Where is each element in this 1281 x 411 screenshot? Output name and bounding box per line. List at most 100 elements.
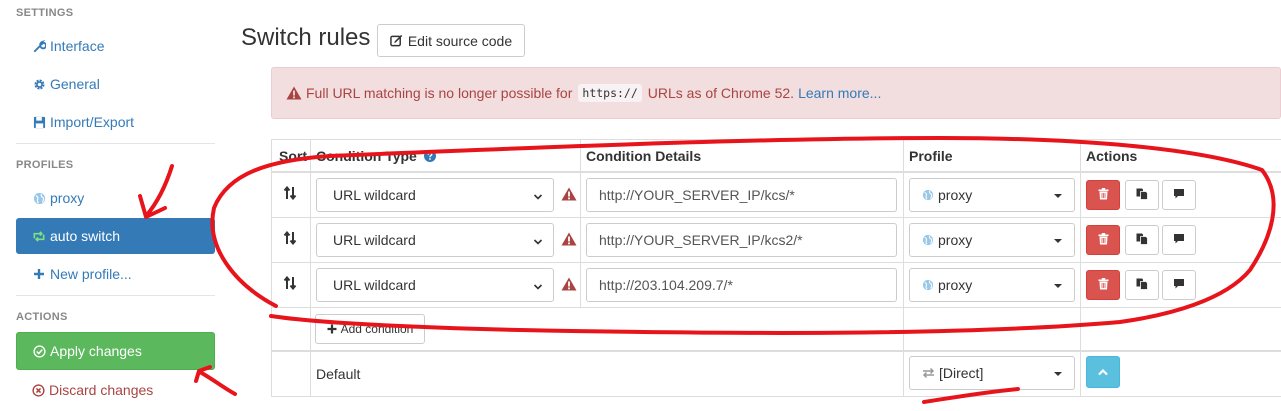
apply-changes-button[interactable]: Apply changes bbox=[16, 332, 215, 370]
warning-icon bbox=[561, 232, 577, 249]
warning-icon bbox=[286, 86, 302, 100]
add-condition-button[interactable]: Add condition bbox=[315, 314, 425, 344]
wrench-icon bbox=[32, 39, 46, 53]
clone-rule-button[interactable] bbox=[1125, 225, 1159, 255]
edit-source-code-label: Edit source code bbox=[407, 32, 513, 49]
sidebar-item-new-profile[interactable]: New profile... bbox=[16, 256, 215, 292]
warning-icon bbox=[561, 187, 577, 204]
sidebar-item-label: Interface bbox=[50, 38, 105, 54]
copy-icon bbox=[1136, 232, 1148, 248]
transfer-icon bbox=[922, 367, 935, 379]
chevron-up-icon bbox=[1097, 364, 1109, 380]
condition-type-select[interactable]: URL wildcard bbox=[316, 178, 554, 212]
divider bbox=[16, 143, 215, 144]
page-title: Switch rules bbox=[241, 24, 371, 51]
copy-icon bbox=[1136, 277, 1148, 293]
globe-icon bbox=[922, 234, 934, 246]
rule-note-button[interactable] bbox=[1162, 180, 1196, 210]
sidebar-item-label: auto switch bbox=[50, 228, 121, 244]
rule-note-button[interactable] bbox=[1162, 270, 1196, 300]
discard-changes-label: Discard changes bbox=[49, 382, 154, 398]
sidebar-item-label: New profile... bbox=[50, 266, 132, 282]
chevron-down-icon bbox=[533, 189, 543, 205]
header-actions: Actions bbox=[1086, 148, 1138, 164]
trash-icon bbox=[1098, 232, 1109, 248]
delete-rule-button[interactable] bbox=[1086, 225, 1120, 255]
condition-type-value: URL wildcard bbox=[333, 277, 416, 293]
profile-value: proxy bbox=[938, 187, 973, 203]
caret-down-icon bbox=[1054, 194, 1062, 198]
caret-down-icon bbox=[1054, 372, 1062, 376]
discard-changes-button[interactable]: Discard changes bbox=[16, 372, 215, 408]
comment-icon bbox=[1173, 277, 1185, 293]
rule-note-button[interactable] bbox=[1162, 225, 1196, 255]
condition-details-input[interactable]: http://YOUR_SERVER_IP/kcs2/* bbox=[586, 223, 897, 257]
condition-type-value: URL wildcard bbox=[333, 187, 416, 203]
sidebar-item-label: Import/Export bbox=[50, 114, 135, 130]
check-circle-icon bbox=[33, 344, 46, 358]
globe-icon bbox=[32, 191, 46, 205]
sidebar: SETTINGS Interface General Import/Export… bbox=[0, 0, 230, 411]
question-circle-icon[interactable] bbox=[423, 149, 436, 165]
trash-icon bbox=[1098, 187, 1109, 203]
header-condition-type-label: Condition Type bbox=[316, 148, 417, 164]
condition-type-value: URL wildcard bbox=[333, 232, 416, 248]
comment-icon bbox=[1173, 232, 1185, 248]
retweet-icon bbox=[32, 229, 46, 243]
plus-icon bbox=[32, 267, 46, 281]
condition-type-select[interactable]: URL wildcard bbox=[316, 223, 554, 257]
sidebar-item-auto-switch[interactable]: auto switch bbox=[16, 218, 215, 254]
sort-handle-icon[interactable] bbox=[283, 230, 297, 249]
sidebar-item-label: proxy bbox=[50, 190, 85, 206]
sort-handle-icon[interactable] bbox=[283, 275, 297, 294]
sidebar-item-interface[interactable]: Interface bbox=[16, 28, 215, 64]
sidebar-item-proxy[interactable]: proxy bbox=[16, 180, 215, 216]
delete-rule-button[interactable] bbox=[1086, 180, 1120, 210]
header-sort: Sort bbox=[279, 148, 307, 164]
actions-header: ACTIONS bbox=[16, 311, 68, 323]
clone-rule-button[interactable] bbox=[1125, 270, 1159, 300]
gear-icon bbox=[32, 77, 46, 91]
profile-value: proxy bbox=[938, 277, 973, 293]
condition-type-select[interactable]: URL wildcard bbox=[316, 268, 554, 302]
condition-details-input[interactable]: http://YOUR_SERVER_IP/kcs/* bbox=[586, 178, 897, 212]
delete-rule-button[interactable] bbox=[1086, 270, 1120, 300]
header-profile: Profile bbox=[909, 148, 953, 164]
add-condition-label: Add condition bbox=[340, 322, 414, 336]
caret-down-icon bbox=[1054, 284, 1062, 288]
header-condition-type: Condition Type bbox=[316, 148, 436, 165]
alert-code: https:// bbox=[578, 84, 642, 102]
globe-icon bbox=[922, 189, 934, 201]
sort-handle-icon[interactable] bbox=[283, 185, 297, 204]
condition-details-input[interactable]: http://203.104.209.7/* bbox=[586, 268, 897, 302]
chevron-down-icon bbox=[533, 279, 543, 295]
sidebar-item-general[interactable]: General bbox=[16, 66, 215, 102]
divider bbox=[16, 295, 215, 296]
default-profile-value: [Direct] bbox=[939, 365, 984, 381]
learn-more-link[interactable]: Learn more... bbox=[798, 85, 881, 101]
edit-source-code-button[interactable]: Edit source code bbox=[377, 24, 525, 57]
x-circle-icon bbox=[32, 383, 45, 397]
profiles-header: PROFILES bbox=[16, 159, 74, 171]
chevron-down-icon bbox=[533, 234, 543, 250]
apply-changes-label: Apply changes bbox=[50, 343, 142, 359]
profile-select[interactable]: proxy bbox=[909, 178, 1075, 212]
profile-select[interactable]: proxy bbox=[909, 223, 1075, 257]
plus-icon bbox=[327, 324, 337, 334]
default-profile-select[interactable]: [Direct] bbox=[909, 356, 1075, 390]
comment-icon bbox=[1173, 187, 1185, 203]
globe-icon bbox=[922, 279, 934, 291]
trash-icon bbox=[1098, 277, 1109, 293]
collapse-up-button[interactable] bbox=[1086, 356, 1120, 388]
settings-header: SETTINGS bbox=[16, 7, 74, 19]
chrome52-warning-alert: Full URL matching is no longer possible … bbox=[271, 67, 1281, 119]
floppy-icon bbox=[32, 115, 46, 129]
default-rule-label: Default bbox=[316, 366, 361, 382]
copy-icon bbox=[1136, 187, 1148, 203]
sidebar-item-label: General bbox=[50, 76, 100, 92]
sidebar-item-import-export[interactable]: Import/Export bbox=[16, 104, 215, 140]
profile-value: proxy bbox=[938, 232, 973, 248]
clone-rule-button[interactable] bbox=[1125, 180, 1159, 210]
profile-select[interactable]: proxy bbox=[909, 268, 1075, 302]
edit-icon bbox=[390, 34, 403, 47]
